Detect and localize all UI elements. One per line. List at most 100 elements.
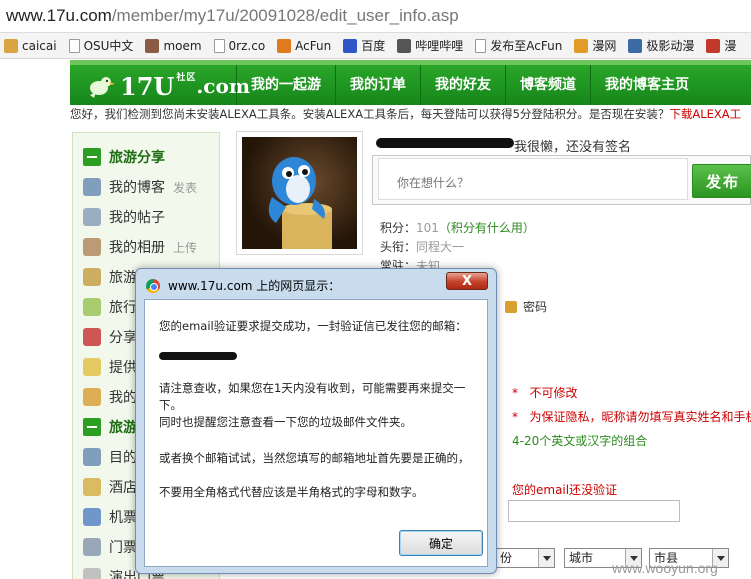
email-field[interactable] bbox=[508, 500, 680, 522]
bookmark-favicon-icon bbox=[4, 38, 18, 53]
bookmark-item[interactable]: 漫 bbox=[702, 35, 744, 57]
sidebar-item-icon bbox=[83, 298, 101, 316]
bookmark-favicon-icon bbox=[213, 38, 225, 53]
sidebar-item-label: 旅游 bbox=[109, 420, 137, 436]
bookmark-item[interactable]: OSU中文 bbox=[65, 35, 142, 57]
site-header: 17U 社区 .com 我的一起游 我的订单 我的好友 博客频道 我的博客主页 bbox=[70, 60, 751, 105]
required-star: * bbox=[512, 386, 518, 400]
dialog-line-5: 不要用全角格式代替应该是半角格式的字母和数字。 bbox=[159, 485, 424, 499]
logo-bird-icon bbox=[90, 77, 115, 98]
bookmark-label: 发布至AcFun bbox=[490, 39, 563, 53]
bookmark-item[interactable]: 哔哩哔哩 bbox=[393, 35, 471, 57]
bookmark-label: moem bbox=[163, 38, 202, 53]
sidebar-item-label: 我的博客 bbox=[109, 180, 165, 196]
url-path: /member/my17u/20091028/edit_user_info.as… bbox=[111, 6, 459, 25]
password-tab[interactable]: 密码 bbox=[505, 298, 547, 315]
alexa-notice: 您好，我们检测到您尚未安装ALEXA工具条。安装ALEXA工具条后，每天登陆可以… bbox=[70, 105, 751, 123]
sidebar-item-label: 分享 bbox=[109, 330, 137, 346]
bookmark-item[interactable]: 发布至AcFun bbox=[471, 35, 570, 57]
signature-text: 我很懒，还没有签名 bbox=[514, 140, 632, 155]
points-row: 积分：101（积分有什么用） bbox=[380, 219, 535, 236]
sidebar-section-header[interactable]: 旅游 bbox=[83, 415, 137, 439]
status-input[interactable] bbox=[378, 158, 688, 200]
avatar[interactable] bbox=[236, 131, 363, 255]
minus-icon bbox=[83, 148, 101, 166]
dialog-line-4: 或者换个邮箱试试，当然您填写的邮箱地址首先要是正确的， bbox=[159, 451, 470, 465]
sidebar-item-icon bbox=[83, 388, 101, 406]
sidebar-item[interactable]: 旅游 bbox=[83, 265, 137, 289]
bookmark-item[interactable]: 极影动漫 bbox=[624, 35, 702, 57]
sidebar-item-label: 机票 bbox=[109, 510, 137, 526]
bookmark-label: 百度 bbox=[361, 39, 386, 53]
bookmark-favicon-icon bbox=[343, 38, 358, 53]
sidebar-item[interactable]: 我的博客 发表 bbox=[83, 175, 197, 199]
sidebar-item-icon bbox=[83, 448, 101, 466]
title-label: 头衔： bbox=[380, 240, 417, 254]
sidebar-item[interactable]: 目的 bbox=[83, 445, 137, 469]
sidebar-section-header[interactable]: 旅游分享 bbox=[83, 145, 165, 169]
logo-text: 17U bbox=[120, 71, 175, 101]
main-nav: 我的一起游 我的订单 我的好友 博客频道 我的博客主页 bbox=[236, 65, 703, 105]
bookmark-label: 哔哩哔哩 bbox=[415, 39, 464, 53]
nav-item[interactable]: 我的一起游 bbox=[236, 65, 335, 105]
sidebar-item[interactable]: 我的相册 上传 bbox=[83, 235, 197, 259]
bookmark-favicon-icon bbox=[277, 38, 292, 53]
dialog-body: 您的email验证要求提交成功，一封验证信已发往您的邮箱： 请注意查收，如果您在… bbox=[144, 299, 488, 567]
dialog-close-button[interactable]: X bbox=[446, 272, 488, 290]
bookmark-item[interactable]: AcFun bbox=[273, 35, 339, 57]
nav-item[interactable]: 我的好友 bbox=[420, 65, 505, 105]
sidebar-item-icon bbox=[83, 508, 101, 526]
bookmark-item[interactable]: moem bbox=[141, 35, 209, 57]
sidebar-item[interactable]: 我的帖子 bbox=[83, 205, 165, 229]
ok-button[interactable]: 确定 bbox=[399, 530, 483, 556]
site-logo[interactable]: 17U 社区 .com bbox=[86, 69, 250, 103]
chrome-icon bbox=[146, 278, 160, 293]
alexa-download-link[interactable]: 下载ALEXA工 bbox=[669, 107, 741, 121]
sidebar-item-label: 旅行 bbox=[109, 300, 137, 316]
readonly-note: * 不可修改 bbox=[512, 384, 577, 401]
sidebar-item[interactable]: 门票 bbox=[83, 535, 137, 559]
sidebar-item[interactable]: 提供 bbox=[83, 355, 137, 379]
sidebar-item[interactable]: 酒店 bbox=[83, 475, 137, 499]
bookmark-item[interactable]: caicai bbox=[0, 35, 65, 57]
sidebar-item-action[interactable]: 上传 bbox=[173, 239, 197, 256]
bookmark-label: 漫 bbox=[724, 39, 737, 53]
bookmark-item[interactable]: 0rz.co bbox=[210, 35, 274, 57]
bookmark-favicon-icon bbox=[68, 38, 80, 53]
sidebar-item-icon bbox=[83, 238, 101, 256]
dialog-title-text: www.17u.com 上的网页显示： bbox=[168, 279, 341, 293]
bookmark-item[interactable]: 百度 bbox=[339, 35, 393, 57]
sidebar-item-icon bbox=[83, 358, 101, 376]
privacy-note-text: 为保证隐私，昵称请勿填写真实姓名和手机 bbox=[529, 410, 751, 424]
privacy-note: * 为保证隐私，昵称请勿填写真实姓名和手机 bbox=[512, 408, 751, 425]
sidebar-item[interactable]: 分享 bbox=[83, 325, 137, 349]
bookmark-label: 漫网 bbox=[592, 39, 617, 53]
sidebar-item-label: 目的 bbox=[109, 450, 137, 466]
bookmark-item[interactable]: 漫网 bbox=[570, 35, 624, 57]
sidebar-item-icon bbox=[83, 538, 101, 556]
sidebar-item-action[interactable]: 发表 bbox=[173, 179, 197, 196]
sidebar-item-label: 旅游分享 bbox=[109, 150, 165, 166]
bookmark-favicon-icon bbox=[475, 38, 487, 53]
address-bar[interactable]: www.17u.com/member/my17u/20091028/edit_u… bbox=[0, 0, 751, 33]
points-value: 101 bbox=[416, 221, 439, 235]
sidebar-item[interactable]: 机票 bbox=[83, 505, 137, 529]
sidebar-item[interactable]: 我的 bbox=[83, 385, 137, 409]
nav-item[interactable]: 博客频道 bbox=[505, 65, 590, 105]
points-help-link[interactable]: （积分有什么用） bbox=[439, 221, 535, 235]
sidebar-item-label: 旅游 bbox=[109, 270, 137, 286]
dialog-line-3: 同时也提醒您注意查看一下您的垃圾邮件文件夹。 bbox=[159, 415, 412, 429]
dialog-title: www.17u.com 上的网页显示： bbox=[146, 277, 340, 294]
url-text[interactable]: www.17u.com/member/my17u/20091028/edit_u… bbox=[6, 6, 459, 26]
email-redacted bbox=[159, 352, 237, 360]
sidebar-item-icon bbox=[83, 268, 101, 286]
title-row: 头衔：同程大一 bbox=[380, 238, 464, 255]
url-host: www.17u.com bbox=[6, 6, 112, 25]
province-select[interactable]: 份 bbox=[495, 548, 555, 568]
nav-item[interactable]: 我的博客主页 bbox=[590, 65, 703, 105]
sidebar-item-icon bbox=[83, 478, 101, 496]
publish-button[interactable]: 发布 bbox=[692, 164, 751, 198]
sidebar-item[interactable]: 旅行 bbox=[83, 295, 137, 319]
nav-item[interactable]: 我的订单 bbox=[335, 65, 420, 105]
sidebar-item-label: 提供 bbox=[109, 360, 137, 376]
